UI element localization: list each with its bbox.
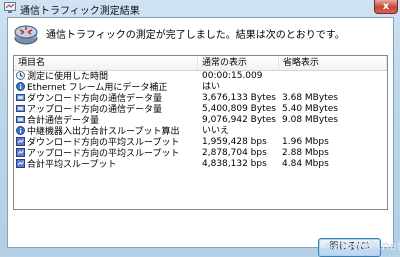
- list-row[interactable]: 合計平均スループット 4,838,132 bps 4.84 Mbps: [14, 159, 387, 170]
- row-short-value: 9.08 MBytes: [282, 115, 338, 125]
- row-name-text: ダウンロード方向の平均スループット: [27, 138, 180, 148]
- row-name-text: Ethernet フレーム用にデータ補正: [27, 83, 168, 93]
- row-name: アップロード方向の平均スループット: [16, 148, 198, 159]
- speed-icon: [16, 148, 25, 157]
- list-row[interactable]: ダウンロード方向の通信データ量 3,676,133 Bytes 3.68 MByte…: [14, 93, 387, 104]
- row-value: 5,400,809 Bytes: [202, 104, 276, 114]
- row-short-value: [282, 126, 382, 137]
- row-name: 測定に使用した時間: [16, 71, 198, 82]
- row-short-value: 4.84 Mbps: [282, 159, 329, 169]
- status-message: 通信トラフィックの測定が完了しました。結果は次のとおりです。: [46, 30, 345, 41]
- watermark: satoweb.net: [326, 238, 400, 253]
- row-value: 00:00:15.009: [202, 71, 263, 81]
- row-short-value: 2.88 Mbps: [282, 148, 329, 158]
- list-row[interactable]: アップロード方向の平均スループット 2,878,704 bps 2.88 Mbps: [14, 148, 387, 159]
- list-header: 項目名 通常の表示 省略表示: [14, 56, 387, 71]
- row-name-text: ダウンロード方向の通信データ量: [27, 94, 163, 104]
- row-short-value: [282, 82, 382, 93]
- row-short-value: 1.96 Mbps: [282, 137, 329, 147]
- content-panel: 通信トラフィックの測定が完了しました。結果は次のとおりです。 項目名 通常の表示…: [7, 17, 394, 257]
- row-name-text: アップロード方向の平均スループット: [27, 149, 180, 159]
- row-name: 合計平均スループット: [16, 159, 198, 170]
- column-header-name[interactable]: 項目名: [14, 56, 198, 70]
- row-name-text: 合計平均スループット: [27, 160, 117, 170]
- list-row[interactable]: 合計通信データ量 9,076,942 Bytes 9.08 MBytes: [14, 115, 387, 126]
- row-short-value: [282, 71, 382, 82]
- row-name-text: アップロード方向の通信データ量: [27, 105, 163, 115]
- row-value: 4,838,132 bps: [202, 159, 267, 169]
- row-name-text: 測定に使用した時間: [27, 72, 109, 82]
- row-value: はい: [202, 82, 221, 92]
- row-name: 中継機器入出力合計スループット算出: [16, 126, 198, 137]
- list-row[interactable]: 中継機器入出力合計スループット算出 いいえ: [14, 126, 387, 137]
- list-row[interactable]: アップロード方向の通信データ量 5,400,809 Bytes 5.40 MByte…: [14, 104, 387, 115]
- row-name: Ethernet フレーム用にデータ補正: [16, 82, 198, 93]
- row-name: ダウンロード方向の通信データ量: [16, 93, 198, 104]
- row-name: 合計通信データ量: [16, 115, 198, 126]
- row-short-value: 3.68 MBytes: [282, 93, 338, 103]
- row-name-text: 中継機器入出力合計スループット算出: [27, 127, 180, 137]
- column-header-short[interactable]: 省略表示: [279, 56, 387, 70]
- info-icon: [16, 126, 25, 135]
- list-row[interactable]: Ethernet フレーム用にデータ補正 はい: [14, 82, 387, 93]
- network-icon: [4, 2, 16, 13]
- column-header-normal[interactable]: 通常の表示: [198, 56, 279, 70]
- results-list[interactable]: 項目名 通常の表示 省略表示 測定に使用した時間 00:00:15.009 Ethe…: [13, 55, 388, 210]
- list-row[interactable]: ダウンロード方向の平均スループット 1,959,428 bps 1.96 Mbps: [14, 137, 387, 148]
- row-name-text: 合計通信データ量: [27, 116, 100, 126]
- list-row[interactable]: 測定に使用した時間 00:00:15.009: [14, 71, 387, 82]
- info-icon: [16, 82, 25, 91]
- data-icon: [16, 94, 25, 101]
- row-value: 3,676,133 Bytes: [202, 93, 276, 103]
- title-bar[interactable]: 通信トラフィック測定結果 x: [0, 0, 400, 17]
- row-short-value: 5.40 MBytes: [282, 104, 338, 114]
- row-name: ダウンロード方向の平均スループット: [16, 137, 198, 148]
- router-icon: [14, 25, 38, 45]
- window-title: 通信トラフィック測定結果: [20, 6, 140, 17]
- result-dialog: 通信トラフィック測定結果 x 通信トラフィックの測定が完了しました。結果は次のと…: [0, 0, 400, 257]
- close-button[interactable]: x: [374, 0, 398, 14]
- data-icon: [16, 116, 25, 123]
- row-value: 9,076,942 Bytes: [202, 115, 276, 125]
- row-name: アップロード方向の通信データ量: [16, 104, 198, 115]
- row-value: 1,959,428 bps: [202, 137, 267, 147]
- speed-icon: [16, 137, 25, 146]
- row-value: いいえ: [202, 126, 230, 136]
- row-value: 2,878,704 bps: [202, 148, 267, 158]
- speed-icon: [16, 159, 25, 168]
- data-icon: [16, 105, 25, 112]
- clock-icon: [16, 71, 25, 80]
